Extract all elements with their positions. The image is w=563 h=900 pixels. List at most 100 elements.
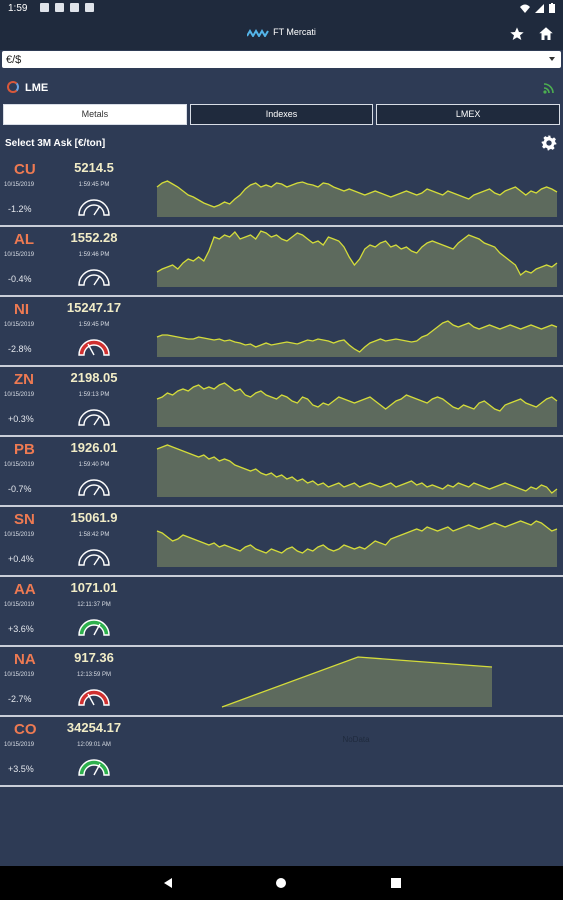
app-bar: FT Mercati — [0, 18, 563, 50]
dropdown-arrow-icon — [549, 57, 555, 61]
gauge-icon — [78, 409, 110, 426]
signal-icon — [535, 3, 544, 13]
metal-row-na[interactable]: NA 917.36 10/15/2019 12:13:59 PM -2.7% — [0, 647, 563, 717]
metal-row-sn[interactable]: SN 15061.9 10/15/2019 1:58:42 PM +0.4% — [0, 507, 563, 577]
sparkline-area — [157, 445, 557, 497]
lme-icon — [7, 81, 19, 93]
gauge-icon — [78, 549, 110, 566]
metal-change: -2.7% — [8, 694, 32, 704]
sparkline-chart — [156, 230, 558, 287]
gauge-icon — [78, 269, 110, 286]
metal-date: 10/15/2019 — [4, 742, 35, 748]
metal-price: 917.36 — [74, 650, 114, 665]
logo-icon — [247, 28, 269, 37]
exchange-header: LME — [0, 78, 563, 100]
metal-date: 10/15/2019 — [4, 602, 35, 608]
status-bar: 1:59 — [0, 0, 563, 18]
metal-row-ni[interactable]: NI 15247.17 10/15/2019 1:59:45 PM -2.8% — [0, 297, 563, 367]
metal-symbol: ZN — [14, 371, 34, 388]
tab-metals[interactable]: Metals — [3, 104, 187, 125]
sparkline-chart — [221, 656, 493, 708]
metal-price: 1552.28 — [70, 230, 118, 245]
metal-symbol: PB — [14, 441, 35, 458]
metal-price: 2198.05 — [70, 370, 118, 385]
metal-date: 10/15/2019 — [4, 532, 35, 538]
star-icon[interactable] — [509, 26, 525, 42]
home-icon[interactable] — [537, 25, 555, 43]
battery-icon — [549, 3, 555, 13]
tab-lmex[interactable]: LMEX — [376, 104, 561, 125]
metal-symbol: CU — [14, 161, 36, 178]
gear-icon[interactable] — [541, 135, 557, 151]
metal-change: -1.2% — [8, 204, 32, 214]
back-icon[interactable] — [162, 877, 174, 889]
metal-time: 1:59:13 PM — [78, 392, 110, 398]
metal-symbol: AA — [14, 581, 36, 598]
metal-symbol: AL — [14, 231, 34, 248]
metal-symbol: NA — [14, 651, 36, 668]
sparkline-area — [157, 383, 557, 427]
gauge-icon — [78, 759, 110, 776]
metal-symbol: SN — [14, 511, 35, 528]
metal-row-aa[interactable]: AA 1071.01 10/15/2019 12:11:37 PM +3.6% — [0, 577, 563, 647]
tab-indexes[interactable]: Indexes — [189, 104, 374, 125]
metal-row-zn[interactable]: ZN 2198.05 10/15/2019 1:59:13 PM +0.3% — [0, 367, 563, 437]
metal-change: -2.8% — [8, 344, 32, 354]
metal-date: 10/15/2019 — [4, 392, 35, 398]
app-title: FT Mercati — [0, 27, 563, 37]
system-icons — [520, 3, 555, 13]
exchange-title: LME — [25, 82, 49, 94]
metal-symbol: NI — [14, 301, 29, 318]
sparkline-chart — [156, 382, 558, 427]
sparkline-area — [157, 231, 557, 287]
metal-change: +3.6% — [8, 624, 34, 634]
metal-price: 1071.01 — [70, 580, 118, 595]
sparkline-chart — [156, 444, 558, 497]
metal-symbol: CO — [14, 721, 37, 738]
metal-time: 1:58:42 PM — [78, 532, 110, 538]
gauge-icon — [78, 689, 110, 706]
metal-time: 12:13:59 PM — [76, 672, 112, 678]
metal-time: 12:11:37 PM — [77, 602, 111, 608]
metal-date: 10/15/2019 — [4, 182, 35, 188]
metal-price: 34254.17 — [66, 720, 122, 735]
metal-row-al[interactable]: AL 1552.28 10/15/2019 1:59:46 PM -0.4% — [0, 227, 563, 297]
tab-bar: Metals Indexes LMEX — [3, 104, 561, 127]
metal-time: 1:59:45 PM — [78, 182, 110, 188]
metal-change: -0.4% — [8, 274, 32, 284]
select-price-label[interactable]: Select 3M Ask [€/ton] — [5, 138, 105, 149]
sparkline-area — [157, 521, 557, 567]
metal-date: 10/15/2019 — [4, 462, 35, 468]
app-title-text: FT Mercati — [273, 27, 316, 37]
metal-change: +3.5% — [8, 764, 34, 774]
currency-value: €/$ — [6, 54, 22, 66]
metal-price: 5214.5 — [74, 160, 114, 175]
metal-date: 10/15/2019 — [4, 322, 35, 328]
system-nav-bar — [0, 866, 563, 900]
home-nav-icon[interactable] — [275, 877, 287, 889]
metal-change: +0.4% — [8, 554, 34, 564]
sparkline-chart — [156, 180, 558, 217]
currency-dropdown[interactable]: €/$ — [2, 51, 561, 68]
metal-row-cu[interactable]: CU 5214.5 10/15/2019 1:59:45 PM -1.2% — [0, 157, 563, 227]
sparkline-chart — [156, 320, 558, 357]
metal-time: 1:59:45 PM — [78, 322, 110, 328]
metal-row-pb[interactable]: PB 1926.01 10/15/2019 1:59:40 PM -0.7% — [0, 437, 563, 507]
metal-price: 15061.9 — [70, 510, 118, 525]
gauge-icon — [78, 199, 110, 216]
metal-price: 1926.01 — [70, 440, 118, 455]
gauge-icon — [78, 619, 110, 636]
sparkline-area — [157, 181, 557, 217]
recents-icon[interactable] — [390, 877, 402, 889]
status-time: 1:59 — [8, 3, 28, 14]
metal-time: 1:59:40 PM — [78, 462, 110, 468]
no-data-label: NoData — [342, 735, 370, 744]
metal-time: 12:09:01 AM — [77, 742, 111, 748]
metal-row-co[interactable]: CO 34254.17 10/15/2019 12:09:01 AM +3.5% NoDa… — [0, 717, 563, 787]
metal-change: -0.7% — [8, 484, 32, 494]
gauge-icon — [78, 479, 110, 496]
rss-icon[interactable] — [543, 82, 555, 94]
sparkline-chart — [156, 520, 558, 567]
wifi-icon — [520, 4, 530, 13]
gauge-icon — [78, 339, 110, 356]
